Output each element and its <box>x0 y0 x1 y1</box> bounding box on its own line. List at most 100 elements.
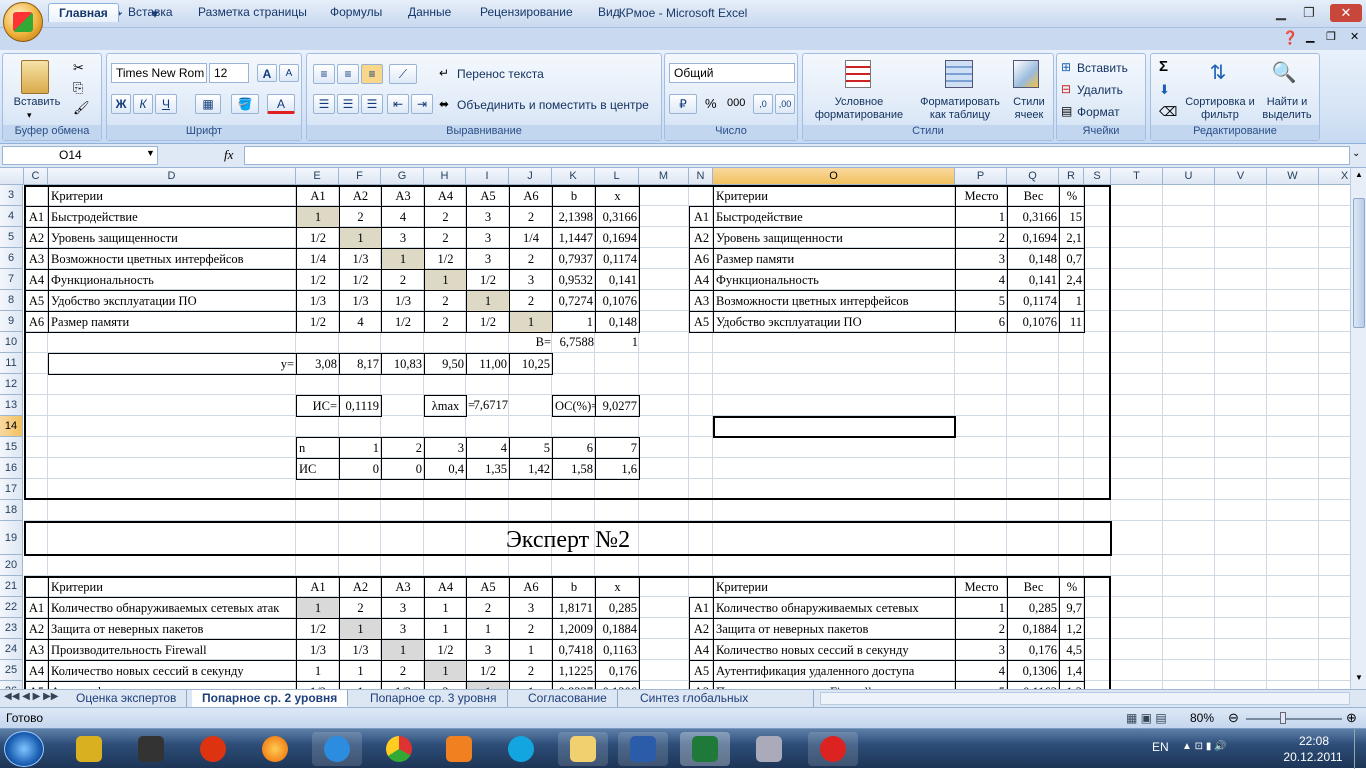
matrix-cell[interactable]: 1 <box>381 248 425 270</box>
matrix-cell[interactable]: 1/2 <box>466 311 510 333</box>
n-cell[interactable]: 1 <box>339 437 382 459</box>
b-value[interactable]: 0,9532 <box>552 269 596 291</box>
language-indicator[interactable]: EN <box>1152 740 1169 754</box>
scroll-up-icon[interactable]: ▲ <box>1353 170 1365 182</box>
rank-place[interactable]: 4 <box>955 269 1008 291</box>
copy-icon[interactable]: ⎘ <box>73 80 83 96</box>
column-header-o[interactable]: O <box>713 168 955 185</box>
y-value[interactable]: 9,50 <box>424 353 467 375</box>
table-header[interactable]: Критерии <box>48 185 297 207</box>
matrix-cell[interactable]: 2 <box>466 597 510 619</box>
rank-weight[interactable]: 0,1163 <box>1007 681 1060 689</box>
bold-button[interactable]: Ж <box>111 94 131 114</box>
criterion-code[interactable]: A2 <box>24 618 49 640</box>
font-size-combo[interactable]: 12 <box>209 63 249 83</box>
increase-indent-icon[interactable]: ⇥ <box>411 94 433 114</box>
table-header[interactable]: A3 <box>381 185 425 207</box>
align-top-icon[interactable]: ≡ <box>313 64 335 84</box>
x-value[interactable]: 0,1884 <box>595 618 640 640</box>
x-value[interactable]: 0,1306 <box>595 681 640 689</box>
clear-icon[interactable]: ⌫ <box>1159 104 1177 120</box>
criterion-code[interactable]: A5 <box>24 681 49 689</box>
rank-code[interactable]: A5 <box>689 311 714 333</box>
criterion-name[interactable]: Удобство эксплуатации ПО <box>48 290 297 312</box>
insert-function-icon[interactable]: fx <box>224 147 233 163</box>
criterion-code[interactable]: A2 <box>24 227 49 249</box>
grow-font-icon[interactable]: A <box>257 64 277 82</box>
criterion-code[interactable]: A1 <box>24 206 49 228</box>
minimize-button[interactable]: ▁ <box>1270 4 1292 22</box>
is-cell[interactable]: 1,35 <box>466 458 510 480</box>
row-header-3[interactable]: 3 <box>0 185 23 206</box>
sheet-tab[interactable]: Согласование <box>518 690 618 707</box>
rank-header[interactable]: Место <box>955 185 1008 207</box>
sort-filter-button[interactable]: Сортировка и фильтр <box>1185 96 1255 122</box>
scroll-thumb[interactable] <box>1353 198 1365 328</box>
excel-icon[interactable] <box>680 732 730 766</box>
matrix-cell[interactable]: 3 <box>509 269 553 291</box>
table-header[interactable]: A3 <box>381 576 425 598</box>
criterion-name[interactable]: Производительность Firewall <box>48 639 297 661</box>
column-header-i[interactable]: I <box>466 168 509 185</box>
tab-formulas[interactable]: Формулы <box>320 3 392 22</box>
x-value[interactable]: 0,1174 <box>595 248 640 270</box>
zoom-out-icon[interactable]: ⊖ <box>1228 710 1239 726</box>
criterion-name[interactable]: Защита от неверных пакетов <box>48 618 297 640</box>
matrix-cell[interactable]: 1 <box>339 227 382 249</box>
kmplayer-icon[interactable] <box>126 732 176 766</box>
b-value[interactable]: 1 <box>552 311 596 333</box>
matrix-cell[interactable]: 1/2 <box>296 227 340 249</box>
rank-name[interactable]: Функциональность <box>713 269 956 291</box>
rank-name[interactable]: Аутентификация удаленного доступа <box>713 660 956 682</box>
tab-review[interactable]: Рецензирование <box>470 3 583 22</box>
b-value[interactable]: 1,1225 <box>552 660 596 682</box>
namebox-dropdown-icon[interactable]: ▼ <box>146 148 155 158</box>
tab-view[interactable]: Вид <box>588 3 630 22</box>
is-label[interactable]: ИС= <box>296 395 340 417</box>
matrix-cell[interactable]: 3 <box>466 227 510 249</box>
is-cell[interactable]: 1,42 <box>509 458 553 480</box>
is-cell[interactable]: 0 <box>339 458 382 480</box>
criterion-code[interactable]: A4 <box>24 660 49 682</box>
rank-percent[interactable]: 11 <box>1059 311 1085 333</box>
row-header-23[interactable]: 23 <box>0 618 23 639</box>
rank-code[interactable]: A4 <box>689 639 714 661</box>
rank-code[interactable]: A2 <box>689 227 714 249</box>
conditional-format-button[interactable]: Условное форматирование <box>807 96 911 122</box>
sheet-tab[interactable]: Синтез глобальных приорите <box>630 690 814 707</box>
row-header-5[interactable]: 5 <box>0 227 23 248</box>
matrix-cell[interactable]: 3 <box>466 639 510 661</box>
matrix-cell[interactable]: 2 <box>509 206 553 228</box>
rank-percent[interactable]: 4,5 <box>1059 639 1085 661</box>
calculator-icon[interactable] <box>744 732 794 766</box>
matrix-cell[interactable]: 1/4 <box>509 227 553 249</box>
y-value[interactable]: 10,25 <box>509 353 553 375</box>
increase-decimal-icon[interactable]: ,0 <box>753 94 773 114</box>
autosum-button[interactable]: Σ <box>1159 58 1168 75</box>
opera-icon[interactable] <box>188 732 238 766</box>
rank-weight[interactable]: 0,285 <box>1007 597 1060 619</box>
matrix-cell[interactable]: 1 <box>296 660 340 682</box>
name-box[interactable]: O14 <box>2 146 158 165</box>
rank-place[interactable]: 5 <box>955 681 1008 689</box>
criterion-name[interactable]: Количество обнаруживаемых сетевых атак <box>48 597 297 619</box>
find-select-button[interactable]: Найти и выделить <box>1257 96 1317 122</box>
column-header-f[interactable]: F <box>339 168 381 185</box>
matrix-cell[interactable]: 1/2 <box>296 618 340 640</box>
expert2-title[interactable]: Эксперт №2 <box>24 521 1112 556</box>
x-value[interactable]: 0,148 <box>595 311 640 333</box>
matrix-cell[interactable]: 2 <box>339 206 382 228</box>
insert-cells-button[interactable]: Вставить <box>1077 62 1128 75</box>
is-value[interactable]: 0,1119 <box>339 395 382 417</box>
align-center-icon[interactable]: ☰ <box>337 94 359 114</box>
n-cell[interactable]: 4 <box>466 437 510 459</box>
is-cell[interactable]: 0 <box>381 458 425 480</box>
rank-place[interactable]: 6 <box>955 311 1008 333</box>
select-all-corner[interactable] <box>0 168 24 185</box>
row-header-16[interactable]: 16 <box>0 458 23 479</box>
column-header-v[interactable]: V <box>1215 168 1267 185</box>
column-header-h[interactable]: H <box>424 168 466 185</box>
matrix-cell[interactable]: 1 <box>509 639 553 661</box>
table-header[interactable]: A6 <box>509 185 553 207</box>
n-cell[interactable]: 6 <box>552 437 596 459</box>
